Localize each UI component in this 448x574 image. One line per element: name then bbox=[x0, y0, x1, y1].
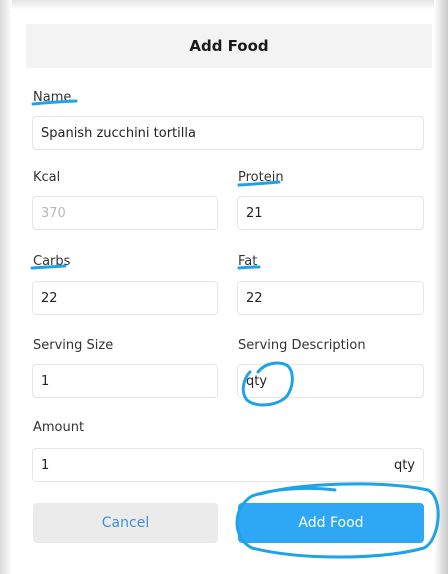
add-food-button[interactable]: Add Food bbox=[238, 503, 424, 543]
carbs-label: Carbs bbox=[33, 254, 71, 269]
carbs-input[interactable]: 22 bbox=[32, 281, 218, 315]
amount-value: 1 bbox=[41, 457, 50, 473]
serving-description-label: Serving Description bbox=[238, 338, 366, 353]
amount-unit: qty bbox=[393, 457, 415, 473]
serving-size-label: Serving Size bbox=[33, 338, 114, 353]
dialog-header: Add Food bbox=[26, 24, 432, 68]
fat-input[interactable]: 22 bbox=[237, 281, 424, 315]
serving-description-input[interactable]: qty bbox=[237, 364, 424, 398]
annotation-strokes bbox=[30, 99, 440, 559]
kcal-label: Kcal bbox=[33, 170, 61, 185]
protein-label: Protein bbox=[238, 170, 284, 185]
amount-input[interactable]: 1 qty bbox=[32, 448, 424, 482]
top-shadow bbox=[0, 0, 448, 10]
fat-label: Fat bbox=[238, 254, 258, 269]
left-shadow bbox=[0, 0, 12, 574]
name-input[interactable]: Spanish zucchini tortilla bbox=[32, 116, 424, 150]
name-label: Name bbox=[33, 90, 72, 105]
cancel-button[interactable]: Cancel bbox=[33, 503, 218, 543]
amount-label: Amount bbox=[33, 420, 85, 435]
dialog-title: Add Food bbox=[189, 37, 269, 55]
protein-input[interactable]: 21 bbox=[237, 196, 424, 230]
right-shadow bbox=[434, 0, 448, 574]
serving-size-input[interactable]: 1 bbox=[32, 364, 218, 398]
kcal-input[interactable]: 370 bbox=[32, 196, 218, 230]
